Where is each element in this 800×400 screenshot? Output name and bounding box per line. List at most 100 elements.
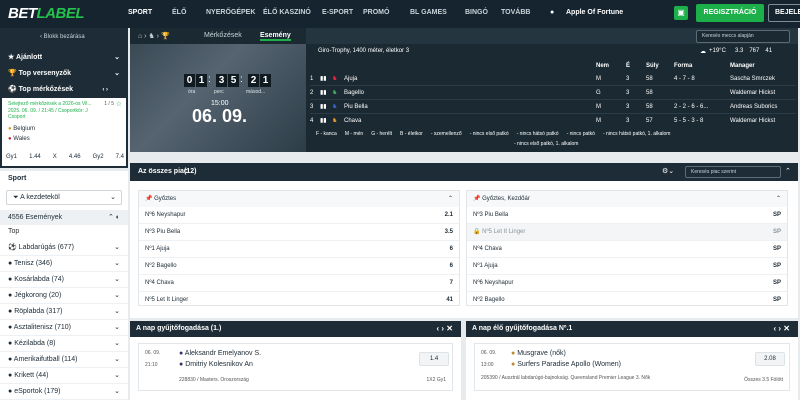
horse-row[interactable]: 1 ▮▮ ♞ Ajuja M 3 58 4 - 7 - 8 Sascha Smrczek [310, 72, 796, 86]
event-league: 205390 / Ausztrál labdarúgó-bajnokság. Q… [481, 375, 651, 381]
legend-row: F - kanca M - mén G - herélt B - életkor - s… [316, 131, 671, 137]
sidebar-item-recommended[interactable]: ★ Ajánlott ⌄ [0, 50, 128, 66]
nav-apple-of-fortune[interactable]: Apple Of Fortune [566, 9, 623, 16]
sport-item-football[interactable]: ⚽ Labdarúgás (677) ⌄ [0, 240, 128, 256]
market-winner-sp: 📌 Győztes, Kezdőár ⌃ Nº3 Piu Bella SP 🔒 Nº… [466, 190, 788, 306]
market-row[interactable]: Nº5 Let It Linger 41 [139, 292, 459, 309]
player-icon: ● [179, 350, 184, 357]
sport-item-tennis[interactable]: ● Tenisz (346) ⌄ [0, 256, 128, 272]
sport-list: ⚽ Labdarúgás (677) ⌄ ● Tenisz (346) ⌄ ● Ko… [0, 240, 128, 400]
sport-item-american-football[interactable]: ● Amerikaifutball (114) ⌄ [0, 352, 128, 368]
nav-promo[interactable]: PROMÓ [363, 9, 389, 16]
acc-header: A nap gyűjtőfogadása (1.) ‹ › ✕ [130, 321, 461, 337]
colon: : [240, 74, 243, 85]
event-search-input[interactable]: Keresés meccs alapján [696, 30, 790, 43]
market-search-input[interactable]: Keresés piac szerint [685, 166, 781, 178]
betlabel-logo[interactable]: BETLABEL [8, 5, 84, 22]
market-row[interactable]: Nº1 Ajuja 6 [139, 241, 459, 258]
countdown-digit: 3 [216, 74, 227, 87]
gift-icon[interactable]: ▣ [674, 6, 688, 20]
event-date: 06. 09. [145, 350, 161, 356]
sport-item-table-tennis[interactable]: ● Asztalitenisz (710) ⌄ [0, 320, 128, 336]
market-row[interactable]: Nº3 Piu Bella 3.5 [139, 224, 459, 241]
market-row[interactable]: Nº2 Bagello 6 [139, 258, 459, 275]
wales-flag-icon: ● [8, 136, 12, 142]
breadcrumb-icons[interactable]: ⌂ › ♞ › 🏆 [138, 32, 170, 40]
collapse-block-button[interactable]: ‹ Blokk bezárása [0, 30, 128, 44]
horse-row[interactable]: 3 ▮▮ ♞ Piu Bella M 3 58 2 - 2 - 6 - 6... Andreas… [310, 100, 796, 114]
tab-matches[interactable]: Mérkőzések [204, 32, 242, 39]
acc-controls[interactable]: ‹ › ✕ [437, 321, 453, 337]
nav-slots[interactable]: NYERŐGÉPEK [206, 9, 255, 16]
weather-stats: 3.3 767 41 [735, 48, 773, 54]
nav-live[interactable]: ÉLŐ [172, 9, 186, 16]
settings-icon[interactable]: ⚙⌄ [662, 167, 674, 175]
sport-item-cricket[interactable]: ● Krikett (44) ⌄ [0, 368, 128, 384]
bet-type: 1X2 Gy1 [426, 377, 446, 383]
market-row[interactable]: Nº2 Bagello SP [467, 292, 787, 309]
sport-item-volleyball[interactable]: ● Röplabda (317) ⌄ [0, 304, 128, 320]
acc-event[interactable]: 06. 09. 21:10 ● Aleksandr Emelyanov S. ●… [138, 343, 453, 391]
team-crest-icon: ● [511, 361, 516, 368]
register-button[interactable]: REGISZTRÁCIÓ [696, 4, 764, 22]
odds-button[interactable]: 1.4 [419, 352, 449, 366]
event-date: 06. 09. [481, 350, 497, 356]
collapse-icon[interactable]: ⌃ [785, 167, 791, 175]
market-row[interactable]: Nº4 Chava 7 [139, 275, 459, 292]
weather-icon: ☁ [700, 49, 706, 55]
sport-item-esports[interactable]: ● eSportok (179) ⌄ [0, 384, 128, 400]
player-1: ● Aleksandr Emelyanov S. [179, 350, 262, 357]
nav-live-casino[interactable]: ÉLŐ KASZINÓ [263, 9, 311, 16]
markets-header: Az összes piac (12) ⚙⌄ Keresés piac szer… [130, 163, 798, 181]
nav-bl-games[interactable]: BL GAMES [410, 9, 447, 16]
sport-item-handball[interactable]: ● Kézilabda (8) ⌄ [0, 336, 128, 352]
market-row[interactable]: Nº6 Neyshapur SP [467, 275, 787, 292]
filter-select[interactable]: ⏷ A kezdeteköl ⌄ [6, 190, 122, 205]
match-date: 2025. 06. 09. / 21:45 / Csoportkör: J Cs… [8, 108, 88, 120]
event-time: 13:00 [481, 362, 494, 368]
market-row[interactable]: Nº3 Piu Bella SP [467, 207, 787, 224]
legend-row-2: - nincs első patkó, 1. alkalom [514, 141, 579, 147]
sport-item-hockey[interactable]: ● Jégkorong (20) ⌄ [0, 288, 128, 304]
match-odds[interactable]: Gy1 1.44 X 4.46 Gy2 7.4 [6, 154, 124, 160]
sidebar-item-top-matches[interactable]: ⚽ Top mérkőzések ‹ › [0, 82, 128, 98]
nav-bingo[interactable]: BINGÓ [465, 9, 488, 16]
unit-hours: óra [188, 89, 196, 95]
team-away: ● Wales [8, 136, 30, 142]
sidebar-item-top-competitors[interactable]: 🏆 Top versenyzők ⌄ [0, 66, 128, 82]
event-league: 228830 / Masters. Oroszország [179, 377, 249, 383]
race-title: Giro-Trophy, 1400 méter, életkor 3 [318, 48, 410, 54]
market-title: 📌 Győztes, Kezdőár ⌃ [467, 191, 787, 207]
markets-count: (12) [184, 168, 197, 175]
odds-button[interactable]: 2.08 [755, 352, 785, 366]
player-2: ● Dmitriy Kolesnikov An [179, 361, 253, 368]
team-crest-icon: ● [511, 350, 516, 357]
nav-more[interactable]: TOVÁBB [501, 9, 530, 16]
countdown-digit: 0 [184, 74, 195, 87]
nav-esport[interactable]: E-SPORT [322, 9, 353, 16]
sport-item-basketball[interactable]: ● Kosárlabda (74) ⌄ [0, 272, 128, 288]
match-pager: 1 / 5 [104, 101, 114, 107]
race-date: 06. 09. [192, 106, 248, 126]
horse-row[interactable]: 2 ▮▮ ♞ Bagello G 3 58 Waldemar Hickst [310, 86, 796, 100]
apple-icon: ● [550, 9, 555, 16]
acc-event[interactable]: 06. 09. 13:00 ● Musgrave (nők) ● Surfers… [474, 343, 790, 391]
horse-race-image [130, 44, 306, 152]
login-button[interactable]: BEJELE [768, 4, 800, 22]
market-row[interactable]: Nº1 Ajuja SP [467, 258, 787, 275]
events-count: 4556 Események ⌃ ◐ [0, 210, 128, 225]
countdown-digit: 1 [260, 74, 271, 87]
daily-live-accumulator: A nap élő gyűjtőfogadása Nº.1 ‹ › ✕ 06. 0… [466, 321, 798, 400]
tab-event[interactable]: Esemény [260, 32, 291, 41]
market-row-locked: 🔒 Nº5 Let It Linger SP [467, 224, 787, 241]
market-row[interactable]: Nº6 Neyshapur 2.1 [139, 207, 459, 224]
belgium-flag-icon: ● [8, 126, 12, 132]
sport-title: Sport [8, 175, 27, 182]
market-row[interactable]: Nº4 Chava SP [467, 241, 787, 258]
acc-controls[interactable]: ‹ › ✕ [774, 321, 790, 337]
nav-sport[interactable]: SPORT [128, 9, 152, 16]
team-1: ● Musgrave (nők) [511, 350, 566, 357]
top-match-card[interactable]: Selejtező mérkőzések a 2026-os Vil... 20… [2, 98, 126, 166]
horse-row[interactable]: 4 ▮▮ ♞ Chava M 3 57 5 - 5 - 3 - 8 Waldemar Hicks… [310, 114, 796, 128]
star-icon[interactable]: ☆ [116, 100, 122, 108]
